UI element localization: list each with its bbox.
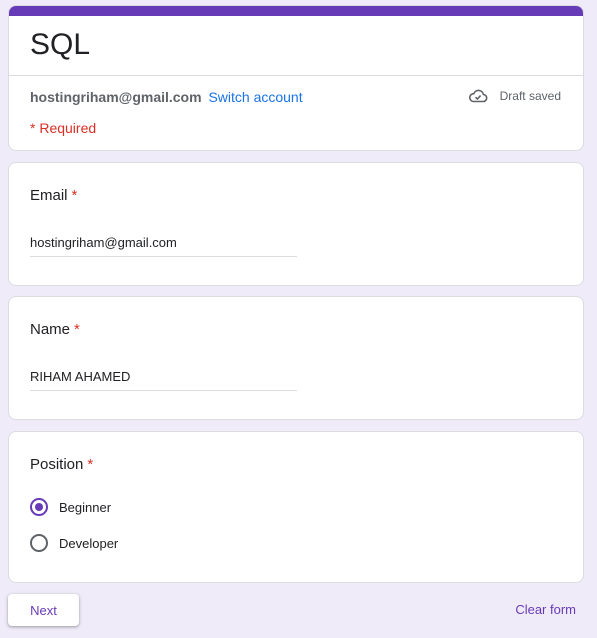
required-star: * — [87, 456, 94, 473]
draft-status-text: Draft saved — [499, 89, 561, 103]
email-field[interactable]: hostingriham@gmail.com — [30, 235, 297, 257]
question-label-email: Email * — [30, 187, 77, 204]
radio-dot — [35, 503, 43, 511]
clear-form-button[interactable]: Clear form — [515, 602, 576, 617]
next-button[interactable]: Next — [8, 594, 79, 626]
radio-button-unchecked[interactable] — [30, 534, 48, 552]
question-card-name: Name * RIHAM AHAMED — [8, 296, 584, 420]
radio-label-beginner: Beginner — [59, 499, 112, 515]
question-label-position: Position * — [30, 456, 93, 473]
switch-account-link[interactable]: Switch account — [208, 89, 302, 105]
form-title: SQL — [30, 28, 91, 61]
account-row: hostingriham@gmail.com Switch account — [30, 89, 303, 105]
radio-label-developer: Developer — [59, 535, 119, 551]
radio-option-developer[interactable]: Developer — [30, 534, 118, 552]
draft-status: Draft saved — [468, 88, 561, 104]
email-label-text: Email — [30, 187, 68, 204]
name-field[interactable]: RIHAM AHAMED — [30, 369, 297, 391]
question-card-position: Position * Beginner Developer — [8, 431, 584, 583]
accent-bar — [9, 6, 583, 16]
required-note: * Required — [30, 120, 97, 136]
name-label-text: Name — [30, 321, 71, 338]
question-card-email: Email * hostingriham@gmail.com — [8, 162, 584, 286]
radio-button-checked[interactable] — [30, 498, 48, 516]
account-email: hostingriham@gmail.com — [30, 89, 202, 105]
form-header-card: SQL hostingriham@gmail.com Switch accoun… — [8, 5, 584, 151]
cloud-check-icon — [468, 89, 488, 103]
radio-option-beginner[interactable]: Beginner — [30, 498, 111, 516]
question-label-name: Name * — [30, 321, 80, 338]
position-label-text: Position — [30, 456, 84, 473]
required-star: * — [74, 321, 80, 338]
required-star: * — [71, 187, 78, 204]
header-divider — [9, 75, 583, 76]
